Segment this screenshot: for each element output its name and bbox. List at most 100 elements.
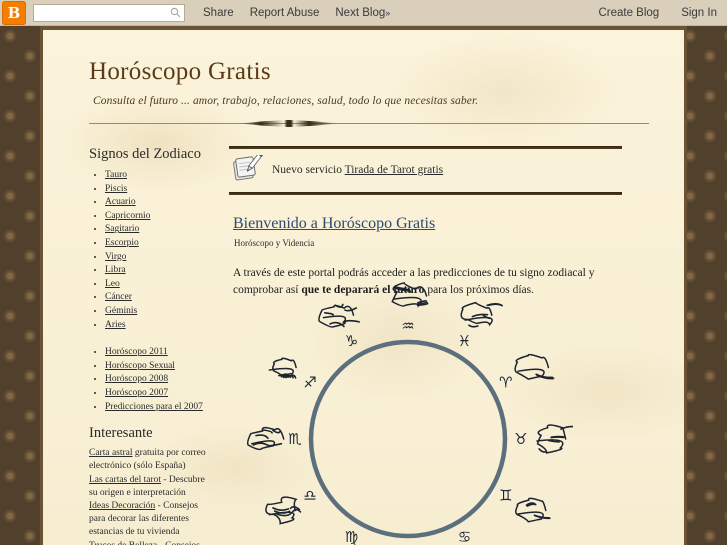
sidebar-link[interactable]: Horóscopo 2007	[105, 388, 168, 398]
zodiac-figure	[265, 496, 302, 525]
list-item: Virgo	[105, 250, 215, 264]
sidebar-item-tauro[interactable]: Tauro	[105, 170, 127, 180]
sidebar-link[interactable]: Predicciones para el 2007	[105, 402, 203, 412]
zodiac-figure	[515, 497, 551, 523]
zodiac-glyph: ♐	[303, 374, 316, 392]
interesante-link[interactable]: Ideas Decoración	[89, 501, 155, 511]
nav-link-report-abuse[interactable]: Report Abuse	[250, 7, 320, 19]
zodiac-glyph: ♉	[514, 430, 527, 448]
blog-description: Consulta el futuro ... amor, trabajo, re…	[93, 95, 479, 107]
interesante-link[interactable]: Las cartas del tarot	[89, 475, 161, 485]
sidebar-heading-interesante: Interesante	[89, 425, 153, 442]
zodiac-wheel-illustration: ♒♓♈♉♊♋♌♍♎♏♐♑	[243, 274, 573, 545]
list-item: Tauro	[105, 168, 215, 182]
sidebar-item-aries[interactable]: Aries	[105, 320, 126, 330]
sidebar-item-sagitario[interactable]: Sagitario	[105, 224, 139, 234]
header-divider	[89, 118, 649, 128]
sidebar-item-virgo[interactable]: Virgo	[105, 252, 126, 262]
interesante-item: Trucos de Belleza - Consejos para mejora…	[89, 540, 215, 545]
promo-banner: Nuevo servicio Tirada de Tarot gratis	[229, 149, 622, 192]
horoscope-links-list: Horóscopo 2011 Horóscopo Sexual Horóscopo …	[89, 345, 215, 413]
promo-link-tarot[interactable]: Tirada de Tarot gratis	[345, 164, 444, 176]
list-item: Leo	[105, 277, 215, 291]
sidebar-item-libra[interactable]: Libra	[105, 265, 126, 275]
search-input[interactable]	[33, 3, 185, 22]
divider-line	[89, 123, 649, 124]
interesante-item: Las cartas del tarot - Descubre su orige…	[89, 474, 205, 498]
blog-content-wrapper: Horóscopo Gratis Consulta el futuro ... …	[40, 26, 687, 545]
zodiac-glyph: ♈	[499, 374, 512, 392]
page-title: Horóscopo Gratis	[89, 58, 271, 85]
sidebar-item-leo[interactable]: Leo	[105, 279, 120, 289]
list-item: Aries	[105, 318, 215, 332]
list-item: Horóscopo 2011	[105, 345, 215, 359]
list-item: Géminis	[105, 304, 215, 318]
sidebar-item-capricornio[interactable]: Capricornio	[105, 211, 150, 221]
zodiac-glyph: ♋	[458, 528, 471, 545]
sidebar-heading-zodiac: Signos del Zodiaco	[89, 146, 201, 162]
post-title-link[interactable]: Bienvenido a Horóscopo Gratis	[233, 215, 629, 233]
promo-prefix: Nuevo servicio	[272, 164, 345, 176]
navbar-right-group: Create Blog Sign In	[576, 7, 717, 19]
zodiac-glyph: ♏	[288, 430, 302, 448]
sidebar: Signos del Zodiaco Tauro Piscis Acuario Cap…	[43, 146, 215, 545]
zodiac-figure	[460, 301, 503, 328]
next-blog-chevron-icon: »	[385, 7, 391, 18]
sidebar-link[interactable]: Horóscopo 2011	[105, 347, 168, 357]
interesante-item: Carta astral gratuita por correo electró…	[89, 448, 206, 472]
nav-link-create-blog[interactable]: Create Blog	[598, 7, 659, 19]
zodiac-glyph: ♎	[303, 487, 316, 505]
sidebar-link[interactable]: Horóscopo Sexual	[105, 361, 175, 371]
nav-link-share[interactable]: Share	[203, 7, 234, 19]
zodiac-glyph-group: ♒♓♈♉♊♋♌♍♎♏♐♑	[288, 317, 527, 545]
sidebar-item-escorpio[interactable]: Escorpio	[105, 238, 139, 248]
blogger-logo-icon[interactable]: B	[2, 0, 26, 25]
nav-link-next-blog-label: Next Blog	[335, 6, 386, 19]
sidebar-item-cancer[interactable]: Cáncer	[105, 292, 132, 302]
list-item: Acuario	[105, 195, 215, 209]
divider-ornament-icon	[239, 120, 339, 127]
zodiac-glyph: ♑	[345, 332, 358, 350]
post-subtitle: Horóscopo y Videncia	[234, 238, 315, 248]
sidebar-item-piscis[interactable]: Piscis	[105, 184, 127, 194]
zodiac-wheel-svg: ♒♓♈♉♊♋♌♍♎♏♐♑	[246, 281, 573, 545]
list-item: Escorpio	[105, 236, 215, 250]
notepad-pen-icon	[233, 155, 265, 181]
list-item: Horóscopo 2008	[105, 372, 215, 386]
list-item: Piscis	[105, 182, 215, 196]
nav-link-sign-in[interactable]: Sign In	[681, 7, 717, 19]
list-item: Predicciones para el 2007	[105, 400, 215, 414]
interesante-list: Carta astral gratuita por correo electró…	[89, 447, 215, 545]
blog-header: Horóscopo Gratis Consulta el futuro ... …	[43, 30, 684, 128]
nav-link-next-blog[interactable]: Next Blog»	[335, 7, 390, 19]
main-column: Nuevo servicio Tirada de Tarot gratis Bi…	[215, 146, 684, 545]
interesante-link[interactable]: Trucos de Belleza	[89, 541, 157, 545]
zodiac-glyph: ♊	[499, 487, 512, 505]
search-box[interactable]	[33, 3, 185, 22]
list-item: Capricornio	[105, 209, 215, 223]
sidebar-item-geminis[interactable]: Géminis	[105, 306, 137, 316]
zodiac-figure	[268, 357, 297, 379]
blogger-navbar: B Share Report Abuse Next Blog» Create B…	[0, 0, 727, 26]
zodiac-figure	[391, 281, 429, 308]
content-columns: Signos del Zodiaco Tauro Piscis Acuario Cap…	[43, 128, 684, 545]
zodiac-figure	[318, 303, 360, 328]
zodiac-figure	[536, 424, 573, 454]
parchment-surface: Horóscopo Gratis Consulta el futuro ... …	[43, 30, 684, 545]
promo-text: Nuevo servicio Tirada de Tarot gratis	[272, 164, 443, 176]
sidebar-link[interactable]: Horóscopo 2008	[105, 374, 168, 384]
list-item: Libra	[105, 263, 215, 277]
list-item: Horóscopo 2007	[105, 386, 215, 400]
zodiac-glyph: ♓	[458, 332, 471, 350]
zodiac-glyph: ♒	[401, 317, 414, 335]
list-item: Horóscopo Sexual	[105, 359, 215, 373]
sidebar-item-acuario[interactable]: Acuario	[105, 197, 136, 207]
list-item: Cáncer	[105, 290, 215, 304]
interesante-link[interactable]: Carta astral	[89, 448, 133, 458]
interesante-item: Ideas Decoración - Consejos para decorar…	[89, 500, 198, 538]
list-item: Sagitario	[105, 222, 215, 236]
zodiac-figure	[246, 426, 285, 451]
zodiac-figure	[514, 353, 555, 380]
zodiac-signs-list: Tauro Piscis Acuario Capricornio Sagitario Es…	[89, 168, 215, 331]
